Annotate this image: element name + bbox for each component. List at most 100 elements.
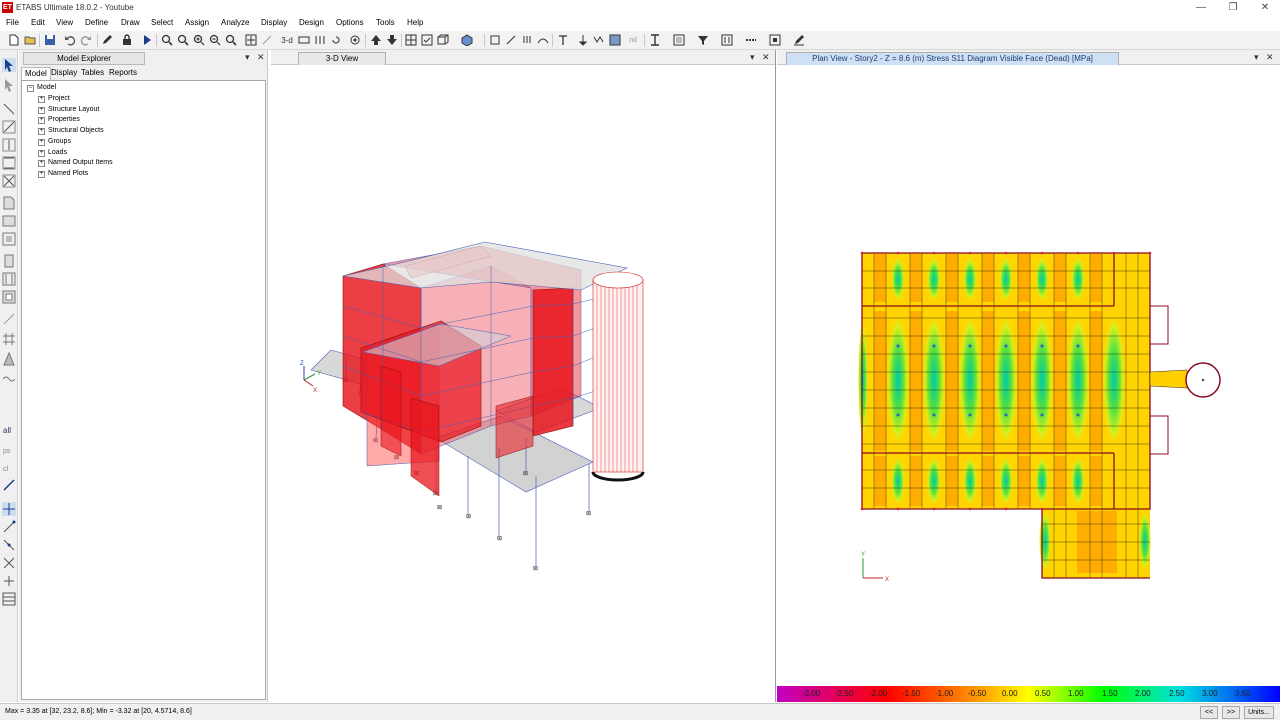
- draw-tool-button[interactable]: [100, 33, 114, 47]
- open-button[interactable]: [23, 33, 37, 47]
- menu-draw[interactable]: Draw: [121, 18, 140, 27]
- pointer-tool[interactable]: [2, 58, 16, 72]
- draw-rectangle-button[interactable]: [488, 33, 502, 47]
- draw-section-cut-tool[interactable]: [2, 351, 16, 366]
- line-style-button[interactable]: [744, 33, 758, 47]
- quick-draw-wall-tool[interactable]: [2, 272, 16, 286]
- zoom-out-button[interactable]: [208, 33, 222, 47]
- plan-view-button[interactable]: [297, 33, 311, 47]
- expand-icon[interactable]: +: [38, 170, 45, 178]
- draw-opening-tool[interactable]: [2, 290, 16, 304]
- undo-button[interactable]: [63, 33, 77, 47]
- design-overwrites-button[interactable]: [672, 33, 686, 47]
- show-nd-button[interactable]: nd: [626, 33, 640, 47]
- save-button[interactable]: [43, 33, 57, 47]
- collapse-icon[interactable]: −: [27, 85, 34, 92]
- 3d-view-pin-button[interactable]: ▾: [750, 52, 755, 63]
- 3d-model-canvas[interactable]: ⊠⊠⊠ ⊠⊠⊠ ⊠⊠⊠ ⊠⊠: [271, 66, 776, 702]
- close-window-button[interactable]: ✕: [1248, 0, 1280, 16]
- previous-button[interactable]: <<: [1200, 706, 1218, 719]
- extrude-button[interactable]: [436, 33, 450, 47]
- move-down-button[interactable]: [385, 33, 399, 47]
- assign-button[interactable]: [720, 33, 734, 47]
- draw-wall-tool[interactable]: [2, 254, 16, 268]
- tree-node-loads[interactable]: + Loads: [38, 148, 67, 158]
- show-reactions-button[interactable]: [576, 33, 590, 47]
- expand-icon[interactable]: +: [38, 138, 45, 146]
- expand-icon[interactable]: +: [38, 149, 45, 157]
- tree-node-structural-objects[interactable]: + Structural Objects: [38, 126, 104, 136]
- show-loads-button[interactable]: [520, 33, 534, 47]
- zoom-in-button[interactable]: [192, 33, 206, 47]
- expand-icon[interactable]: +: [38, 160, 45, 168]
- tab-tables[interactable]: Tables: [78, 67, 107, 80]
- plan-view-pin-button[interactable]: ▾: [1254, 52, 1259, 63]
- draw-x-brace-tool[interactable]: [2, 174, 16, 188]
- menu-define[interactable]: Define: [85, 18, 108, 27]
- 3d-view-close-button[interactable]: ✕: [762, 52, 770, 63]
- elevation-view-button[interactable]: [313, 33, 327, 47]
- next-button[interactable]: >>: [1222, 706, 1240, 719]
- zoom-previous-button[interactable]: [224, 33, 238, 47]
- units-button[interactable]: Units...: [1244, 706, 1274, 719]
- rotate-view-button[interactable]: [329, 33, 343, 47]
- stress-contour-canvas[interactable]: X Y: [777, 66, 1280, 686]
- restore-button[interactable]: ❐: [1216, 0, 1250, 16]
- tab-display[interactable]: Display: [48, 67, 80, 80]
- rubber-band-button[interactable]: [260, 33, 274, 47]
- menu-analyze[interactable]: Analyze: [221, 18, 249, 27]
- quick-draw-floor-tool[interactable]: [2, 232, 16, 246]
- explorer-pin-button[interactable]: ▾: [245, 52, 250, 63]
- menu-assign[interactable]: Assign: [185, 18, 209, 27]
- redo-button[interactable]: [79, 33, 93, 47]
- section-cut-button[interactable]: [648, 33, 662, 47]
- draw-beam-tool[interactable]: [2, 120, 16, 134]
- tree-node-properties[interactable]: + Properties: [38, 115, 80, 125]
- menu-tools[interactable]: Tools: [376, 18, 395, 27]
- tab-reports[interactable]: Reports: [106, 67, 140, 80]
- clear-selection-tool[interactable]: cl: [2, 460, 16, 474]
- new-model-button[interactable]: [7, 33, 21, 47]
- expand-icon[interactable]: +: [38, 117, 45, 125]
- menu-file[interactable]: File: [6, 18, 19, 27]
- lock-button[interactable]: [120, 33, 134, 47]
- draw-grid-tool[interactable]: [2, 332, 16, 346]
- menu-view[interactable]: View: [56, 18, 73, 27]
- show-stress-button[interactable]: [608, 33, 622, 47]
- draw-column-tool[interactable]: [2, 138, 16, 152]
- menu-design[interactable]: Design: [299, 18, 324, 27]
- view-3d-button[interactable]: 3-d: [279, 33, 295, 47]
- tab-model[interactable]: Model: [21, 67, 51, 80]
- select-all-button[interactable]: [420, 33, 434, 47]
- object-shrink-button[interactable]: [404, 33, 418, 47]
- 3d-view-tab[interactable]: 3-D View: [298, 52, 386, 65]
- zoom-window-button[interactable]: [160, 33, 174, 47]
- draw-dimension-tool[interactable]: [2, 372, 16, 386]
- show-moment-button[interactable]: [592, 33, 606, 47]
- snap-button[interactable]: [768, 33, 782, 47]
- plan-view-tab[interactable]: Plan View - Story2 - Z = 8.6 (m) Stress …: [786, 52, 1119, 65]
- pan-button[interactable]: [244, 33, 258, 47]
- draw-floor-tool[interactable]: [2, 196, 16, 210]
- snap-perpendicular-tool[interactable]: [2, 574, 16, 588]
- menu-select[interactable]: Select: [151, 18, 173, 27]
- explorer-close-button[interactable]: ✕: [257, 52, 265, 63]
- tree-node-named-output-items[interactable]: + Named Output Items: [38, 158, 113, 168]
- set-display-options-button[interactable]: [348, 33, 362, 47]
- reshape-tool[interactable]: [2, 78, 16, 92]
- previous-selection-tool[interactable]: ps: [2, 442, 16, 456]
- edit-pen-button[interactable]: [792, 33, 806, 47]
- show-forces-button[interactable]: [556, 33, 570, 47]
- draw-joint-tool[interactable]: [2, 102, 16, 116]
- expand-icon[interactable]: +: [38, 128, 45, 136]
- select-all-tool[interactable]: all: [2, 422, 16, 436]
- menu-edit[interactable]: Edit: [31, 18, 45, 27]
- tree-node-named-plots[interactable]: + Named Plots: [38, 169, 88, 179]
- plan-view-close-button[interactable]: ✕: [1266, 52, 1274, 63]
- menu-help[interactable]: Help: [407, 18, 423, 27]
- zoom-restore-button[interactable]: [176, 33, 190, 47]
- draw-frame-button[interactable]: [504, 33, 518, 47]
- tree-node-project[interactable]: + Project: [38, 94, 70, 104]
- snap-intersection-tool[interactable]: [2, 556, 16, 570]
- draw-link-tool[interactable]: [2, 312, 16, 326]
